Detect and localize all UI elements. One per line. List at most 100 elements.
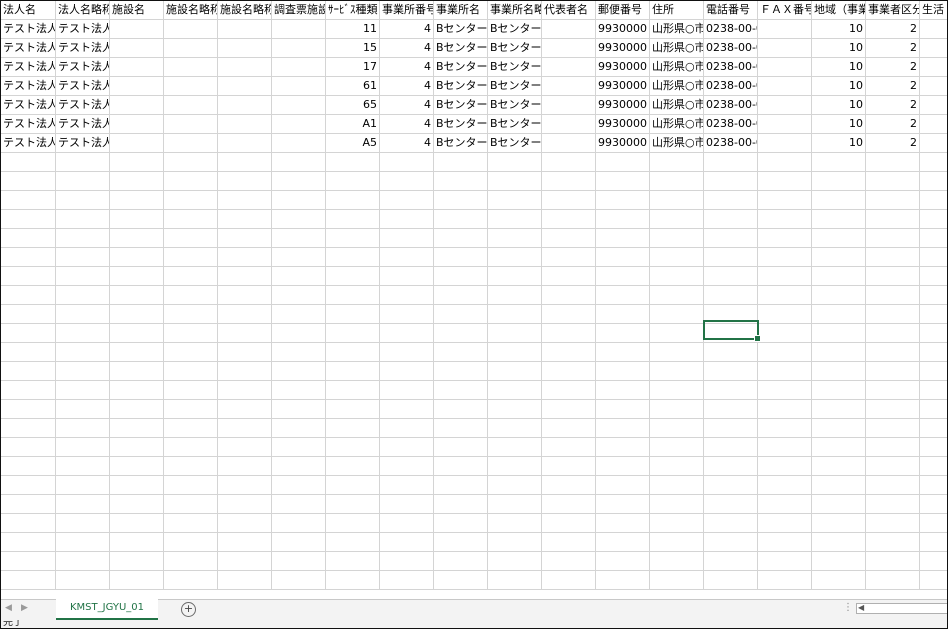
sheet-nav-next-icon[interactable]: ▶ <box>21 603 28 613</box>
empty-cell[interactable] <box>272 324 326 343</box>
table-cell[interactable] <box>920 58 947 77</box>
empty-cell[interactable] <box>866 438 920 457</box>
empty-cell[interactable] <box>434 533 488 552</box>
sheet-tab-kmst-jgyu-01[interactable]: KMST_JGYU_01 <box>56 599 158 620</box>
empty-cell[interactable] <box>596 400 650 419</box>
empty-cell[interactable] <box>434 324 488 343</box>
empty-cell[interactable] <box>704 419 758 438</box>
empty-cell[interactable] <box>1 495 56 514</box>
empty-cell[interactable] <box>488 305 542 324</box>
empty-cell[interactable] <box>650 286 704 305</box>
empty-cell[interactable] <box>1 210 56 229</box>
empty-cell[interactable] <box>56 305 110 324</box>
table-cell[interactable]: 山形県○市 <box>650 58 704 77</box>
empty-cell[interactable] <box>1 552 56 571</box>
table-cell[interactable] <box>110 134 164 153</box>
table-cell[interactable] <box>542 58 596 77</box>
empty-cell[interactable] <box>812 210 866 229</box>
empty-cell[interactable] <box>1 514 56 533</box>
empty-cell[interactable] <box>704 210 758 229</box>
empty-cell[interactable] <box>758 514 812 533</box>
empty-cell[interactable] <box>650 210 704 229</box>
empty-cell[interactable] <box>326 438 380 457</box>
empty-cell[interactable] <box>650 153 704 172</box>
empty-cell[interactable] <box>650 552 704 571</box>
empty-cell[interactable] <box>596 457 650 476</box>
empty-cell[interactable] <box>758 362 812 381</box>
table-cell[interactable]: 4 <box>380 20 434 39</box>
empty-cell[interactable] <box>326 476 380 495</box>
empty-cell[interactable] <box>488 324 542 343</box>
empty-cell[interactable] <box>920 514 947 533</box>
empty-cell[interactable] <box>704 533 758 552</box>
empty-cell[interactable] <box>704 343 758 362</box>
empty-cell[interactable] <box>920 191 947 210</box>
empty-cell[interactable] <box>1 571 56 590</box>
empty-cell[interactable] <box>758 495 812 514</box>
empty-cell[interactable] <box>866 191 920 210</box>
empty-cell[interactable] <box>110 571 164 590</box>
table-cell[interactable] <box>542 77 596 96</box>
empty-cell[interactable] <box>434 438 488 457</box>
empty-cell[interactable] <box>920 229 947 248</box>
table-cell[interactable]: 0238-00-0002 <box>704 115 758 134</box>
table-cell[interactable]: テスト法人NDS <box>56 77 110 96</box>
empty-cell[interactable] <box>704 476 758 495</box>
empty-cell[interactable] <box>596 191 650 210</box>
empty-cell[interactable] <box>650 381 704 400</box>
table-cell[interactable]: Bセンターa_予訪介 <box>488 77 542 96</box>
empty-cell[interactable] <box>218 286 272 305</box>
empty-cell[interactable] <box>866 248 920 267</box>
empty-cell[interactable] <box>812 248 866 267</box>
table-cell[interactable]: テスト法人 <box>1 77 56 96</box>
table-cell[interactable] <box>164 20 218 39</box>
table-cell[interactable]: 4 <box>380 96 434 115</box>
table-cell[interactable] <box>542 20 596 39</box>
empty-cell[interactable] <box>380 457 434 476</box>
empty-cell[interactable] <box>650 533 704 552</box>
empty-cell[interactable] <box>380 343 434 362</box>
table-cell[interactable] <box>218 96 272 115</box>
empty-cell[interactable] <box>758 305 812 324</box>
column-header-cell[interactable]: 住所 <box>650 1 704 20</box>
empty-cell[interactable] <box>596 438 650 457</box>
empty-cell[interactable] <box>650 324 704 343</box>
empty-cell[interactable] <box>434 552 488 571</box>
table-cell[interactable]: 山形県○市 <box>650 77 704 96</box>
empty-cell[interactable] <box>866 362 920 381</box>
empty-cell[interactable] <box>920 476 947 495</box>
empty-cell[interactable] <box>272 514 326 533</box>
table-cell[interactable] <box>920 115 947 134</box>
empty-cell[interactable] <box>812 552 866 571</box>
empty-cell[interactable] <box>542 438 596 457</box>
empty-cell[interactable] <box>56 248 110 267</box>
empty-cell[interactable] <box>704 457 758 476</box>
empty-cell[interactable] <box>326 153 380 172</box>
table-cell[interactable] <box>164 77 218 96</box>
empty-cell[interactable] <box>380 381 434 400</box>
empty-cell[interactable] <box>380 419 434 438</box>
empty-cell[interactable] <box>164 457 218 476</box>
empty-cell[interactable] <box>488 153 542 172</box>
table-cell[interactable]: 9930000 <box>596 96 650 115</box>
table-cell[interactable]: 9930000 <box>596 115 650 134</box>
empty-cell[interactable] <box>434 267 488 286</box>
table-cell[interactable]: 0238-00-0002 <box>704 134 758 153</box>
empty-cell[interactable] <box>650 305 704 324</box>
table-cell[interactable] <box>164 39 218 58</box>
empty-cell[interactable] <box>488 419 542 438</box>
empty-cell[interactable] <box>812 571 866 590</box>
column-header-cell[interactable]: 事業所名略 <box>488 1 542 20</box>
empty-cell[interactable] <box>56 286 110 305</box>
table-cell[interactable]: 9930000 <box>596 20 650 39</box>
empty-cell[interactable] <box>488 514 542 533</box>
column-header-cell[interactable]: ＦＡＸ番号 <box>758 1 812 20</box>
empty-cell[interactable] <box>596 514 650 533</box>
empty-cell[interactable] <box>380 533 434 552</box>
empty-cell[interactable] <box>596 286 650 305</box>
empty-cell[interactable] <box>650 362 704 381</box>
empty-cell[interactable] <box>920 571 947 590</box>
table-cell[interactable] <box>272 96 326 115</box>
empty-cell[interactable] <box>488 457 542 476</box>
empty-cell[interactable] <box>56 533 110 552</box>
